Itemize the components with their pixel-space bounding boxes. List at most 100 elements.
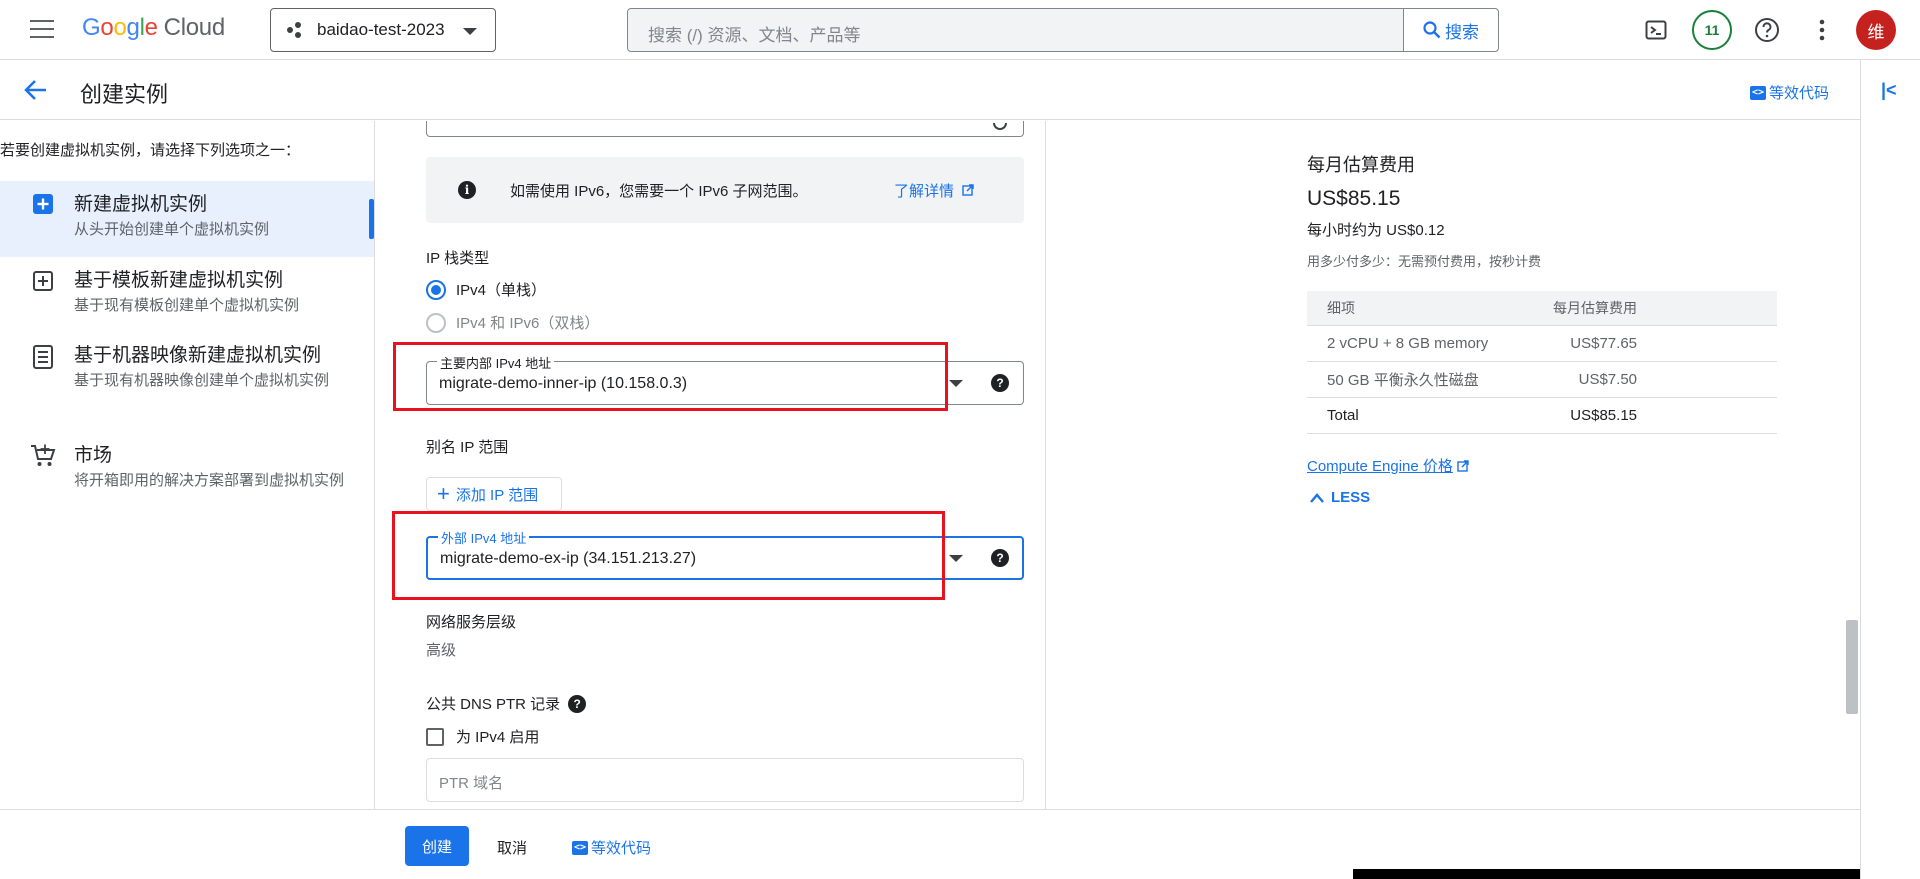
right-rail: |<	[1860, 60, 1920, 879]
nav-item-from-machine-image[interactable]: 基于机器映像新建虚拟机实例 基于现有机器映像创建单个虚拟机实例	[0, 344, 374, 438]
cost-item: Total	[1307, 397, 1537, 434]
equivalent-code-link[interactable]: <> 等效代码	[1750, 82, 1829, 103]
nav-item-from-template[interactable]: 基于模板新建虚拟机实例 基于现有模板创建单个虚拟机实例	[0, 269, 374, 339]
notifications-badge[interactable]: 11	[1692, 10, 1732, 50]
radio-label: IPv4 和 IPv6（双栈）	[456, 315, 600, 332]
cloud-shell-icon[interactable]	[1638, 12, 1674, 48]
scrollbar[interactable]	[1846, 620, 1858, 714]
radio-selected-icon	[426, 279, 446, 300]
alias-ip-label: 别名 IP 范围	[426, 439, 509, 456]
nav-item-subtitle: 将开箱即用的解决方案部署到虚拟机实例	[74, 472, 345, 489]
ip-stack-type-label: IP 栈类型	[426, 250, 490, 267]
nav-item-new-vm[interactable]: 新建虚拟机实例 从头开始创建单个虚拟机实例	[0, 181, 374, 257]
chevron-up-icon	[1310, 492, 1324, 503]
help-icon[interactable]	[1749, 12, 1785, 48]
nav-item-subtitle: 从头开始创建单个虚拟机实例	[74, 221, 270, 238]
pricing-link-label: Compute Engine 价格	[1307, 458, 1453, 475]
google-cloud-logo[interactable]: Google Cloud	[82, 14, 225, 42]
dns-ptr-label: 公共 DNS PTR 记录	[426, 696, 561, 713]
less-toggle-button[interactable]: LESS	[1309, 489, 1370, 506]
help-icon[interactable]: ?	[568, 694, 587, 713]
checkbox-label: 为 IPv4 启用	[456, 729, 540, 746]
compute-engine-pricing-link[interactable]: Compute Engine 价格	[1307, 455, 1469, 476]
table-row: Total US$85.15	[1307, 397, 1777, 434]
top-bar: Google Cloud baidao-test-2023 搜索 (/) 资源、文…	[0, 0, 1920, 60]
network-interface-form: i 如需使用 IPv6，您需要一个 IPv6 子网范围。 了解详情 IP 栈类型…	[376, 121, 1046, 809]
column-spacer	[1637, 291, 1777, 326]
cost-item: 2 vCPU + 8 GB memory	[1307, 325, 1537, 362]
nav-item-marketplace[interactable]: 市场 将开箱即用的解决方案部署到虚拟机实例	[0, 444, 374, 534]
column-spacer	[1637, 397, 1777, 434]
machine-image-icon	[32, 345, 54, 374]
dns-ptr-section: 公共 DNS PTR 记录 ?	[426, 693, 587, 714]
learn-more-link[interactable]: 了解详情	[894, 180, 974, 201]
more-vert-icon[interactable]	[1804, 12, 1840, 48]
column-spacer	[1637, 361, 1777, 398]
nav-item-title: 新建虚拟机实例	[74, 194, 208, 215]
cost-price: US$77.65	[1537, 325, 1637, 362]
ipv6-info-banner: i 如需使用 IPv6，您需要一个 IPv6 子网范围。 了解详情	[426, 157, 1024, 223]
ptr-placeholder: PTR 域名	[439, 775, 504, 792]
dropdown-arrow-icon	[949, 380, 963, 387]
highlight-box	[392, 511, 945, 600]
subnet-select[interactable]	[426, 121, 1024, 137]
network-tier-value: 高级	[426, 642, 457, 659]
column-spacer	[1637, 325, 1777, 362]
equivalent-code-button[interactable]: <> 等效代码	[572, 837, 651, 858]
external-link-icon	[1457, 459, 1469, 472]
radio-ipv4-single-stack[interactable]: IPv4（单栈）	[426, 279, 546, 300]
cost-breakdown-table: 细项 每月估算费用 2 vCPU + 8 GB memory US$77.65 …	[1307, 291, 1777, 434]
equivalent-code-label: 等效代码	[591, 840, 652, 857]
network-tier-label: 网络服务层级	[426, 614, 517, 631]
nav-item-subtitle: 基于现有机器映像创建单个虚拟机实例	[74, 372, 330, 389]
search-button-label: 搜索	[1445, 22, 1479, 42]
cart-icon	[30, 444, 56, 473]
help-icon[interactable]: ?	[991, 374, 1009, 392]
add-box-icon	[32, 193, 54, 220]
nav-intro: 若要创建虚拟机实例，请选择下列选项之一：	[0, 142, 301, 159]
radio-unselected-icon	[426, 312, 446, 333]
main-menu-icon[interactable]	[30, 20, 54, 40]
project-name: baidao-test-2023	[317, 20, 445, 39]
add-icon: +	[437, 481, 450, 506]
project-icon	[287, 22, 303, 38]
ipv6-info-text: 如需使用 IPv6，您需要一个 IPv6 子网范围。	[510, 183, 808, 200]
radio-dual-stack[interactable]: IPv4 和 IPv6（双栈）	[426, 312, 599, 333]
cancel-button[interactable]: 取消	[497, 837, 527, 858]
external-link-icon	[962, 184, 974, 196]
enable-ipv4-ptr-checkbox[interactable]: 为 IPv4 启用	[426, 726, 539, 747]
chevron-down-icon	[463, 28, 477, 35]
radio-label: IPv4（单栈）	[456, 282, 547, 299]
back-arrow-icon[interactable]	[22, 78, 48, 107]
cost-price: US$85.15	[1537, 397, 1637, 434]
nav-item-title: 基于机器映像新建虚拟机实例	[74, 345, 322, 366]
project-picker[interactable]: baidao-test-2023	[270, 8, 496, 52]
info-icon: i	[458, 181, 476, 199]
avatar[interactable]: 维	[1856, 10, 1896, 50]
table-header-row: 细项 每月估算费用	[1307, 291, 1777, 326]
code-icon: <>	[572, 840, 588, 855]
creation-options-nav: 若要创建虚拟机实例，请选择下列选项之一： 新建虚拟机实例 从头开始创建单个虚拟机…	[0, 121, 375, 809]
nav-item-title: 基于模板新建虚拟机实例	[74, 270, 284, 291]
checkbox-icon	[426, 727, 444, 746]
table-row: 50 GB 平衡永久性磁盘 US$7.50	[1307, 361, 1777, 398]
nav-item-subtitle: 基于现有模板创建单个虚拟机实例	[74, 297, 300, 314]
template-icon	[32, 270, 54, 297]
highlight-box	[393, 342, 948, 411]
cost-title: 每月估算费用	[1307, 155, 1415, 175]
ptr-domain-input[interactable]: PTR 域名	[426, 758, 1024, 802]
column-header: 细项	[1307, 291, 1537, 326]
collapse-panel-icon[interactable]: |<	[1881, 80, 1897, 101]
hourly-cost: 每小时约为 US$0.12	[1307, 222, 1445, 239]
nav-item-title: 市场	[74, 445, 113, 466]
create-button[interactable]: 创建	[405, 826, 469, 866]
search-input[interactable]: 搜索 (/) 资源、文档、产品等	[648, 21, 861, 46]
page-title: 创建实例	[80, 82, 169, 107]
search-button[interactable]: 搜索	[1403, 9, 1498, 51]
help-icon[interactable]: ?	[991, 549, 1009, 567]
search-bar[interactable]: 搜索 (/) 资源、文档、产品等 搜索	[627, 8, 1499, 52]
billing-note: 用多少付多少：无需预付费用，按秒计费	[1307, 254, 1542, 269]
add-ip-range-button[interactable]: + 添加 IP 范围	[426, 477, 562, 511]
table-row: 2 vCPU + 8 GB memory US$77.65	[1307, 325, 1777, 362]
equivalent-code-label: 等效代码	[1769, 85, 1830, 102]
